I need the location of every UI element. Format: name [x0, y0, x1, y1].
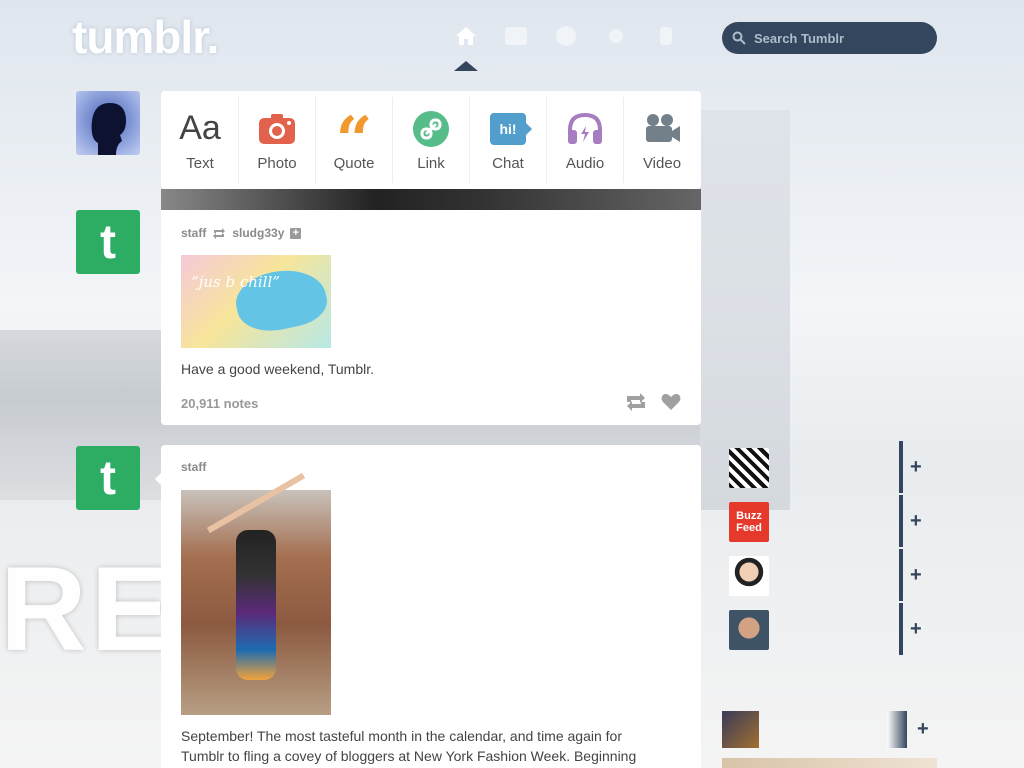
post-card: staff September! The most tasteful month… [161, 445, 701, 768]
post-type-label: Audio [565, 154, 605, 172]
recommended-blog-avatar[interactable] [729, 448, 769, 488]
post-type-label: Chat [492, 154, 524, 172]
recommended-divider [899, 549, 903, 601]
radar-post-preview[interactable] [722, 758, 937, 768]
post-author[interactable]: staff [181, 460, 206, 474]
inbox-icon[interactable] [502, 24, 530, 48]
post-quote-button[interactable]: “ Quote [316, 97, 393, 183]
dancer-arm [206, 472, 306, 534]
post-type-label: Photo [257, 154, 297, 172]
camera-icon [258, 109, 296, 149]
follow-plus-icon[interactable]: + [910, 564, 922, 587]
radar-fade-bar [887, 711, 907, 748]
post-link-button[interactable]: Link [393, 97, 470, 183]
post-type-label: Video [642, 154, 682, 172]
like-heart-icon[interactable] [661, 393, 681, 411]
follow-plus-icon[interactable]: + [910, 510, 922, 533]
avatar-logo-text: Buzz Feed [736, 510, 762, 534]
staff-avatar[interactable]: t [76, 446, 140, 510]
tumblr-t-glyph: t [100, 215, 116, 269]
caption-line: September! The most tasteful month in th… [181, 728, 622, 744]
post-notes[interactable]: 20,911 notes [181, 396, 258, 411]
post-author[interactable]: staff [181, 226, 206, 240]
reblog-source[interactable]: sludg33y [232, 226, 284, 240]
post-image-text: “jus b chill” [191, 273, 280, 291]
post-caption: Have a good weekend, Tumblr. [181, 361, 375, 377]
recommended-divider [899, 495, 903, 547]
search-icon [732, 31, 746, 45]
follow-plus-icon[interactable]: + [917, 718, 929, 741]
post-photo-button[interactable]: Photo [239, 97, 316, 183]
dancer-figure [236, 530, 276, 680]
user-avatar[interactable] [76, 91, 140, 155]
post-image[interactable] [181, 472, 331, 715]
tumblr-logo[interactable]: tumblr. [72, 10, 219, 64]
post-type-label: Quote [333, 154, 375, 172]
post-header: staff [181, 460, 206, 474]
post-audio-button[interactable]: Audio [547, 97, 624, 183]
active-nav-caret [454, 61, 478, 71]
post-type-label: Text [186, 154, 214, 172]
post-video-button[interactable]: Video [624, 97, 700, 183]
buzzfeed-avatar[interactable]: Buzz Feed [729, 502, 769, 542]
link-icon [413, 109, 449, 149]
caption-line: Tumblr to fling a covey of bloggers at N… [181, 748, 637, 764]
post-actions [625, 393, 681, 411]
activity-icon[interactable] [602, 24, 630, 48]
follow-plus-icon[interactable]: + [910, 456, 922, 479]
headphones-icon [566, 109, 604, 149]
recommended-divider [899, 603, 903, 655]
home-icon[interactable] [452, 24, 480, 48]
reblog-small-icon [213, 227, 226, 239]
quote-icon: “ [335, 102, 373, 178]
chat-icon: hi! [490, 109, 532, 149]
account-icon[interactable] [652, 24, 680, 48]
search-input[interactable] [752, 29, 926, 47]
explore-icon[interactable] [552, 24, 580, 48]
post-type-label: Link [417, 154, 445, 172]
recommended-blog-avatar[interactable] [729, 610, 769, 650]
video-camera-icon [643, 109, 681, 149]
post-text-button[interactable]: Aa Text [162, 97, 239, 183]
previous-post-image-strip [161, 189, 701, 210]
staff-avatar[interactable]: t [76, 210, 140, 274]
post-image[interactable]: “jus b chill” [181, 255, 332, 348]
post-caption: September! The most tasteful month in th… [181, 726, 681, 766]
follow-small-icon[interactable]: + [290, 227, 302, 239]
post-header: staff sludg33y + [181, 226, 302, 240]
post-card: staff sludg33y + “jus b chill” Have a go… [161, 189, 701, 425]
radar-blog-avatar[interactable] [722, 711, 759, 748]
follow-plus-icon[interactable]: + [910, 618, 922, 641]
post-type-composer: Aa Text Photo “ Quote Link hi! Chat Audi… [161, 91, 701, 189]
tumblr-t-glyph: t [100, 451, 116, 505]
text-icon: Aa [179, 109, 221, 147]
reblog-icon[interactable] [625, 393, 647, 411]
recommended-blog-avatar[interactable] [729, 556, 769, 596]
top-nav [452, 24, 680, 48]
recommended-divider [899, 441, 903, 493]
search-bar[interactable] [722, 22, 937, 54]
post-body: staff sludg33y + “jus b chill” Have a go… [161, 210, 701, 425]
background-lettering: RE [0, 542, 175, 676]
post-chat-button[interactable]: hi! Chat [470, 97, 547, 183]
